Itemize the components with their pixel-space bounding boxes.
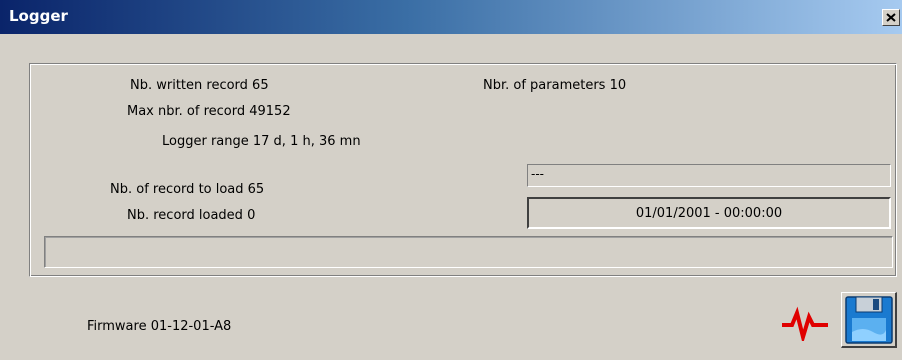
records-loaded-label: Nb. record loaded 0 xyxy=(127,208,256,223)
title-bar: Logger xyxy=(0,0,902,34)
datetime-field: 01/01/2001 - 00:00:00 xyxy=(527,197,891,229)
floppy-disk-save-icon xyxy=(845,296,893,344)
save-button[interactable] xyxy=(841,292,897,348)
acquire-signal-button[interactable] xyxy=(780,305,830,345)
close-button[interactable] xyxy=(882,9,900,26)
status-field: --- xyxy=(527,164,891,187)
firmware-label: Firmware 01-12-01-A8 xyxy=(87,319,232,334)
written-record-label: Nb. written record 65 xyxy=(130,78,269,93)
load-progress-bar xyxy=(44,236,893,268)
signal-waveform-icon xyxy=(782,306,828,345)
status-text: --- xyxy=(531,167,544,181)
window-title: Logger xyxy=(9,7,68,25)
datetime-value: 01/01/2001 - 00:00:00 xyxy=(635,205,783,221)
close-icon xyxy=(886,13,896,22)
parameters-count-label: Nbr. of parameters 10 xyxy=(483,78,627,93)
logger-range-label: Logger range 17 d, 1 h, 36 mn xyxy=(162,134,361,149)
max-record-label: Max nbr. of record 49152 xyxy=(127,104,291,119)
records-to-load-label: Nb. of record to load 65 xyxy=(110,182,265,197)
